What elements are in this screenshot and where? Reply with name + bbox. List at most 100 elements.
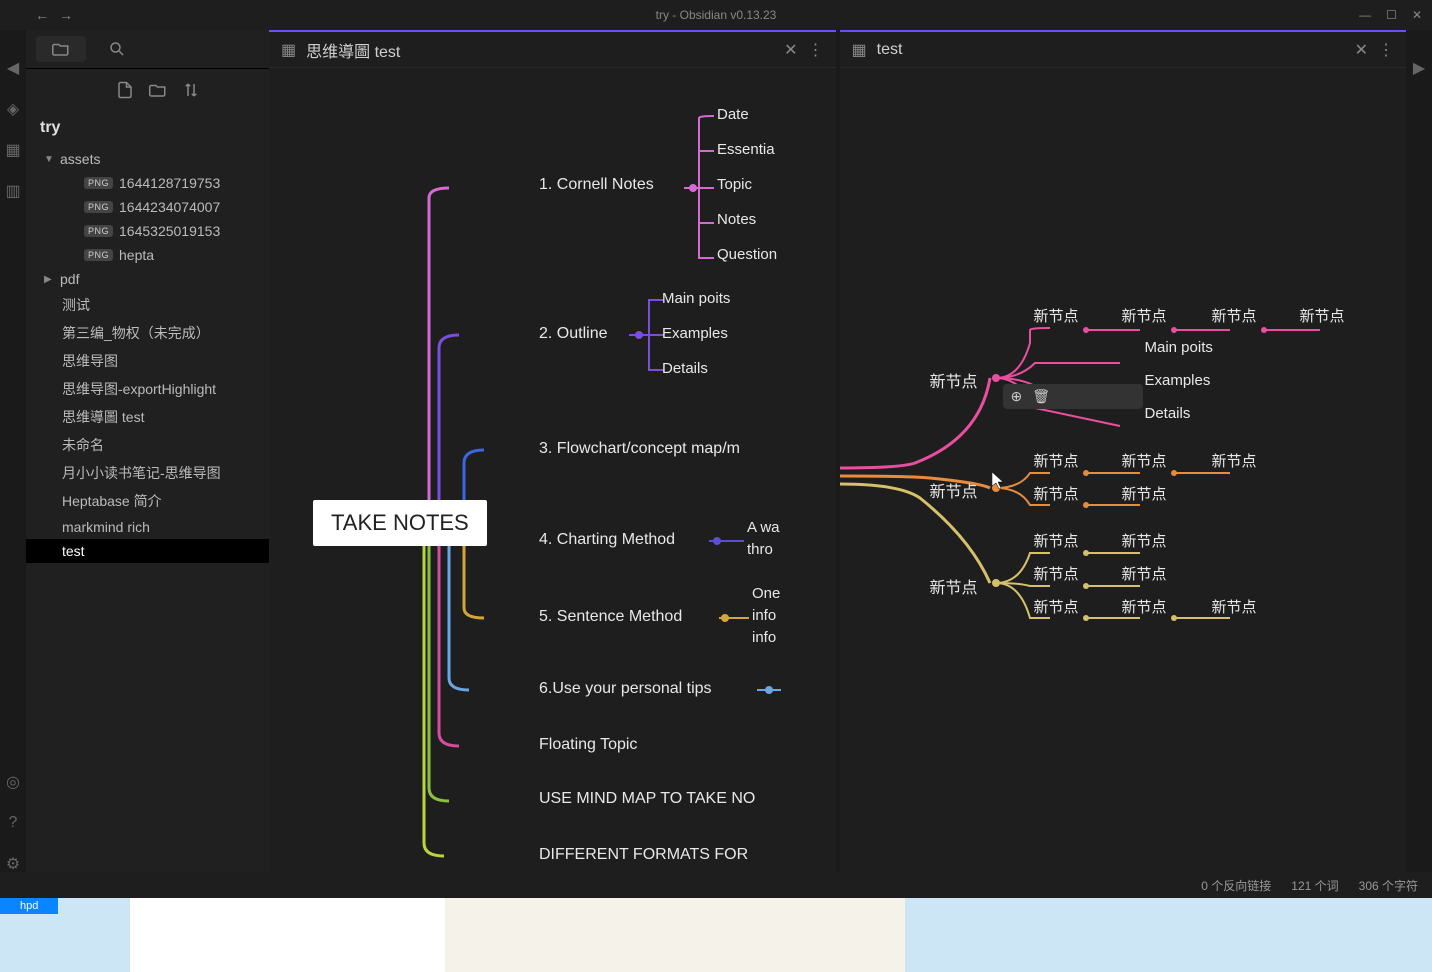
tree-file[interactable]: 月小小读书笔记-思维导图 xyxy=(26,459,269,487)
mm-node[interactable]: 新节点 xyxy=(930,478,978,502)
vault-name: try xyxy=(26,111,269,145)
minimize-icon[interactable]: — xyxy=(1359,8,1371,22)
tree-file[interactable]: PNG1644128719753 xyxy=(26,171,269,195)
mm-node[interactable]: 新节点 xyxy=(1034,450,1079,471)
mm-node[interactable]: 新节点 xyxy=(1122,563,1167,584)
tree-file[interactable]: 未命名 xyxy=(26,431,269,459)
expand-right-icon[interactable]: ▶ xyxy=(1411,60,1427,76)
files-tab[interactable] xyxy=(36,36,86,62)
mm-node[interactable]: 3. Flowchart/concept map/m xyxy=(539,440,740,458)
mm-node[interactable]: A wa xyxy=(747,519,780,536)
tree-file[interactable]: markmind rich xyxy=(26,515,269,539)
mm-node[interactable]: 新节点 xyxy=(1034,530,1079,551)
mindmap-canvas-left[interactable]: TAKE NOTES 1. Cornell Notes Date Essenti… xyxy=(269,68,836,872)
taskbar-thumbnail[interactable] xyxy=(130,898,450,972)
mm-node[interactable]: Details xyxy=(662,360,708,377)
mm-node[interactable]: Topic xyxy=(717,176,752,193)
tree-file[interactable]: PNG1644234074007 xyxy=(26,195,269,219)
mm-node[interactable]: Date xyxy=(717,106,749,123)
new-folder-icon[interactable] xyxy=(149,81,167,99)
mm-node[interactable]: 新节点 xyxy=(1034,305,1079,326)
mm-node[interactable]: 新节点 xyxy=(1300,305,1345,326)
mm-node[interactable]: 新节点 xyxy=(1122,530,1167,551)
mm-node[interactable]: Examples xyxy=(662,325,728,342)
canvas-icon[interactable]: ▦ xyxy=(5,142,21,158)
tree-file[interactable]: 思维导图-exportHighlight xyxy=(26,375,269,403)
left-ribbon: ◀ ◈ ▦ ▥ ◎ ? ⚙ xyxy=(0,30,26,872)
nav-forward-icon[interactable]: → xyxy=(59,7,73,23)
search-tab[interactable] xyxy=(92,36,142,62)
app-title: try - Obsidian v0.13.23 xyxy=(656,8,777,22)
mm-node[interactable]: 新节点 xyxy=(930,574,978,598)
mm-node[interactable]: 新节点 xyxy=(1122,596,1167,617)
tree-file[interactable]: 思维導圖 test xyxy=(26,403,269,431)
mindmap-canvas-right[interactable]: 新节点 新节点 新节点 新节点 新节点 Main poits Examples … xyxy=(840,68,1407,872)
mm-node[interactable]: 2. Outline xyxy=(539,325,607,343)
tree-file[interactable]: 测试 xyxy=(26,291,269,319)
mm-node[interactable]: 新节点 xyxy=(1122,450,1167,471)
mm-node[interactable]: 新节点 xyxy=(1212,450,1257,471)
tree-file[interactable]: Heptabase 简介 xyxy=(26,487,269,515)
mm-node[interactable]: Details xyxy=(1145,405,1191,422)
mm-node[interactable]: 新节点 xyxy=(1122,305,1167,326)
pane-left: ▦ 思维導圖 test ✕ ⋮ xyxy=(269,30,836,872)
mm-node[interactable]: Examples xyxy=(1145,372,1211,389)
pane-more-icon[interactable]: ⋮ xyxy=(1378,40,1394,60)
maximize-icon[interactable]: ☐ xyxy=(1386,8,1397,22)
mm-node[interactable]: USE MIND MAP TO TAKE NO xyxy=(539,790,755,808)
right-ribbon: ▶ xyxy=(1406,30,1432,872)
mm-node[interactable]: 4. Charting Method xyxy=(539,531,675,549)
collapse-icon[interactable]: ◀ xyxy=(5,60,21,76)
tree-file[interactable]: PNGhepta xyxy=(26,243,269,267)
tree-file-active[interactable]: test xyxy=(26,539,269,563)
mm-node[interactable]: 1. Cornell Notes xyxy=(539,176,654,194)
tree-folder[interactable]: ▼assets xyxy=(26,147,269,171)
mm-node[interactable]: 新节点 xyxy=(1212,305,1257,326)
help-icon[interactable]: ? xyxy=(5,815,21,831)
close-window-icon[interactable]: ✕ xyxy=(1412,8,1422,22)
vault-icon[interactable]: ◎ xyxy=(5,774,21,790)
mm-node[interactable]: Floating Topic xyxy=(539,736,637,754)
mm-node[interactable]: Main poits xyxy=(662,290,730,307)
mm-node[interactable]: 新节点 xyxy=(1122,483,1167,504)
mm-node[interactable]: 6.Use your personal tips xyxy=(539,680,712,698)
mm-node[interactable]: One xyxy=(752,585,780,602)
graph-icon[interactable]: ◈ xyxy=(5,101,21,117)
settings-icon[interactable]: ⚙ xyxy=(5,856,21,872)
new-file-icon[interactable] xyxy=(116,81,134,99)
taskbar-thumbnail[interactable] xyxy=(445,898,905,972)
pane-title: test xyxy=(877,41,1345,59)
mm-node[interactable]: Notes xyxy=(717,211,756,228)
mm-node[interactable]: Question xyxy=(717,246,777,263)
pane-header: ▦ test ✕ ⋮ xyxy=(840,32,1407,68)
pane-close-icon[interactable]: ✕ xyxy=(784,40,797,60)
mm-node[interactable]: 新节点 xyxy=(1034,596,1079,617)
mm-node[interactable]: 新节点 xyxy=(1034,483,1079,504)
mm-node[interactable]: info xyxy=(752,629,776,646)
mm-node[interactable]: Main poits xyxy=(1145,339,1213,356)
pane-more-icon[interactable]: ⋮ xyxy=(808,40,824,60)
tree-file[interactable]: 第三编_物权（未完成） xyxy=(26,319,269,347)
sort-icon[interactable] xyxy=(182,81,200,99)
word-count: 121 个词 xyxy=(1291,877,1338,894)
mindmap-icon[interactable]: ▥ xyxy=(5,183,21,199)
tree-file[interactable]: PNG1645325019153 xyxy=(26,219,269,243)
pane-close-icon[interactable]: ✕ xyxy=(1355,40,1368,60)
mm-node[interactable]: info xyxy=(752,607,776,624)
tree-folder[interactable]: ▶pdf xyxy=(26,267,269,291)
tree-file[interactable]: 思维导图 xyxy=(26,347,269,375)
add-child-icon[interactable]: ⊕ xyxy=(1011,388,1023,405)
mm-node[interactable]: 新节点 xyxy=(930,368,978,392)
mm-node[interactable]: 新节点 xyxy=(1212,596,1257,617)
mm-node[interactable]: 5. Sentence Method xyxy=(539,608,682,626)
mindmap-mode-icon[interactable]: ▦ xyxy=(281,40,296,60)
mm-node[interactable]: 新节点 xyxy=(1034,563,1079,584)
taskbar-thumbnail-label[interactable]: hpd xyxy=(0,898,58,914)
mm-node[interactable]: thro xyxy=(747,541,773,558)
mindmap-mode-icon[interactable]: ▦ xyxy=(852,40,867,60)
delete-node-icon[interactable]: 🗑 xyxy=(1032,388,1050,405)
mm-root-node[interactable]: TAKE NOTES xyxy=(313,500,487,546)
mm-node[interactable]: DIFFERENT FORMATS FOR xyxy=(539,846,748,864)
mm-node[interactable]: Essentia xyxy=(717,141,775,158)
nav-back-icon[interactable]: ← xyxy=(35,7,49,23)
